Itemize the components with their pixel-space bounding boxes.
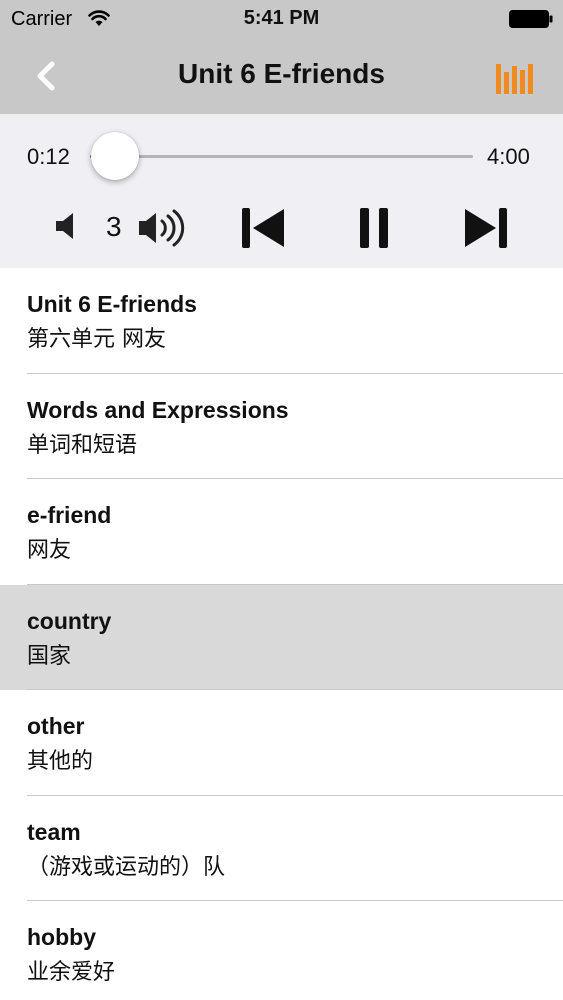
total-time: 4:00 <box>487 144 530 169</box>
next-track-icon[interactable] <box>463 206 509 250</box>
volume-down-icon[interactable] <box>53 210 83 242</box>
volume-level: 3 <box>106 211 122 242</box>
pause-icon[interactable] <box>356 206 392 250</box>
item-subtitle: 第六单元 网友 <box>27 327 166 352</box>
progress-slider-thumb[interactable] <box>91 132 140 180</box>
volume-up-icon[interactable] <box>137 206 191 250</box>
battery-icon <box>509 10 553 28</box>
vocabulary-list: Unit 6 E-friends 第六单元 网友 Words and Expre… <box>0 268 563 1000</box>
item-title: Words and Expressions <box>27 396 289 423</box>
list-item[interactable]: Unit 6 E-friends 第六单元 网友 <box>0 268 563 374</box>
list-item[interactable]: e-friend 网友 <box>0 479 563 585</box>
item-subtitle: （游戏或运动的）队 <box>27 854 226 880</box>
item-title: e-friend <box>27 502 112 528</box>
item-title: team <box>27 818 81 845</box>
item-title: other <box>27 713 85 739</box>
status-bar: Carrier 5:41 PM <box>0 0 563 38</box>
list-item[interactable]: team （游戏或运动的）队 <box>0 796 563 901</box>
navigation-bar: Unit 6 E-friends <box>0 38 563 114</box>
progress-slider[interactable] <box>90 155 473 158</box>
item-subtitle: 网友 <box>27 538 72 563</box>
list-item[interactable]: other 其他的 <box>0 690 563 796</box>
item-title: country <box>27 607 112 634</box>
page-title: Unit 6 E-friends <box>178 58 385 89</box>
item-subtitle: 单词和短语 <box>27 432 138 458</box>
item-subtitle: 业余爱好 <box>27 960 116 985</box>
list-item[interactable]: country 国家 <box>0 584 563 690</box>
list-item[interactable]: hobby 业余爱好 <box>0 901 563 1000</box>
elapsed-time: 0:12 <box>27 144 70 169</box>
item-title: Unit 6 E-friends <box>27 291 197 317</box>
item-subtitle: 其他的 <box>27 749 94 774</box>
playlist-bars-icon[interactable] <box>494 60 538 96</box>
item-subtitle: 国家 <box>27 643 72 669</box>
item-title: hobby <box>27 924 96 950</box>
audio-player: 0:12 4:00 3 <box>0 114 563 268</box>
previous-track-icon[interactable] <box>240 206 286 250</box>
list-item[interactable]: Words and Expressions 单词和短语 <box>0 374 563 479</box>
status-time: 5:41 PM <box>243 7 320 29</box>
